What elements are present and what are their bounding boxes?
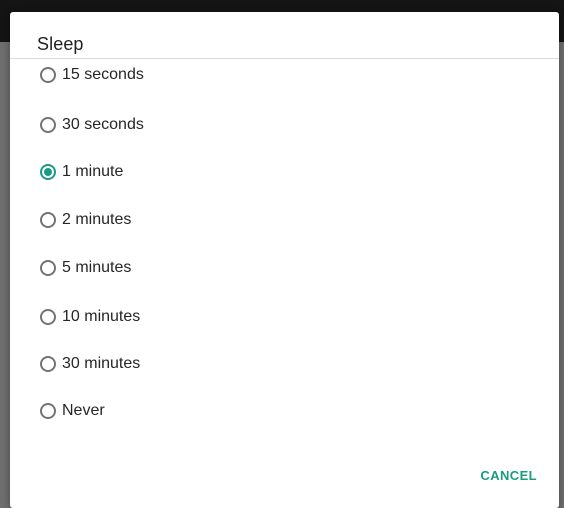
option-label: 10 minutes bbox=[62, 308, 141, 325]
title-divider bbox=[10, 58, 559, 59]
background-app-glimpse bbox=[0, 136, 10, 156]
option-1-minute[interactable]: 1 minute bbox=[40, 157, 440, 187]
radio-button-icon[interactable] bbox=[40, 67, 56, 83]
screen-backdrop[interactable]: Sleep 15 seconds 30 seconds 1 minute 2 m… bbox=[0, 0, 564, 508]
radio-button-icon[interactable] bbox=[40, 309, 56, 325]
option-15-seconds[interactable]: 15 seconds bbox=[40, 60, 440, 90]
sleep-dialog: Sleep 15 seconds 30 seconds 1 minute 2 m… bbox=[10, 12, 559, 508]
dialog-title: Sleep bbox=[37, 34, 84, 54]
option-label: 15 seconds bbox=[62, 66, 144, 83]
option-10-minutes[interactable]: 10 minutes bbox=[40, 302, 440, 332]
option-label: Never bbox=[62, 402, 105, 419]
option-label: 2 minutes bbox=[62, 211, 132, 228]
cancel-button[interactable]: CANCEL bbox=[480, 468, 537, 483]
option-label: 1 minute bbox=[62, 163, 124, 180]
radio-button-icon[interactable] bbox=[40, 117, 56, 133]
radio-button-checked-icon[interactable] bbox=[40, 164, 56, 180]
option-5-minutes[interactable]: 5 minutes bbox=[40, 253, 440, 283]
radio-button-icon[interactable] bbox=[40, 403, 56, 419]
option-never[interactable]: Never bbox=[40, 396, 440, 426]
option-label: 5 minutes bbox=[62, 259, 132, 276]
option-30-seconds[interactable]: 30 seconds bbox=[40, 110, 440, 140]
option-label: 30 seconds bbox=[62, 116, 144, 133]
option-2-minutes[interactable]: 2 minutes bbox=[40, 205, 440, 235]
option-30-minutes[interactable]: 30 minutes bbox=[40, 349, 440, 379]
option-label: 30 minutes bbox=[62, 355, 141, 372]
radio-button-icon[interactable] bbox=[40, 212, 56, 228]
radio-button-icon[interactable] bbox=[40, 260, 56, 276]
radio-button-icon[interactable] bbox=[40, 356, 56, 372]
